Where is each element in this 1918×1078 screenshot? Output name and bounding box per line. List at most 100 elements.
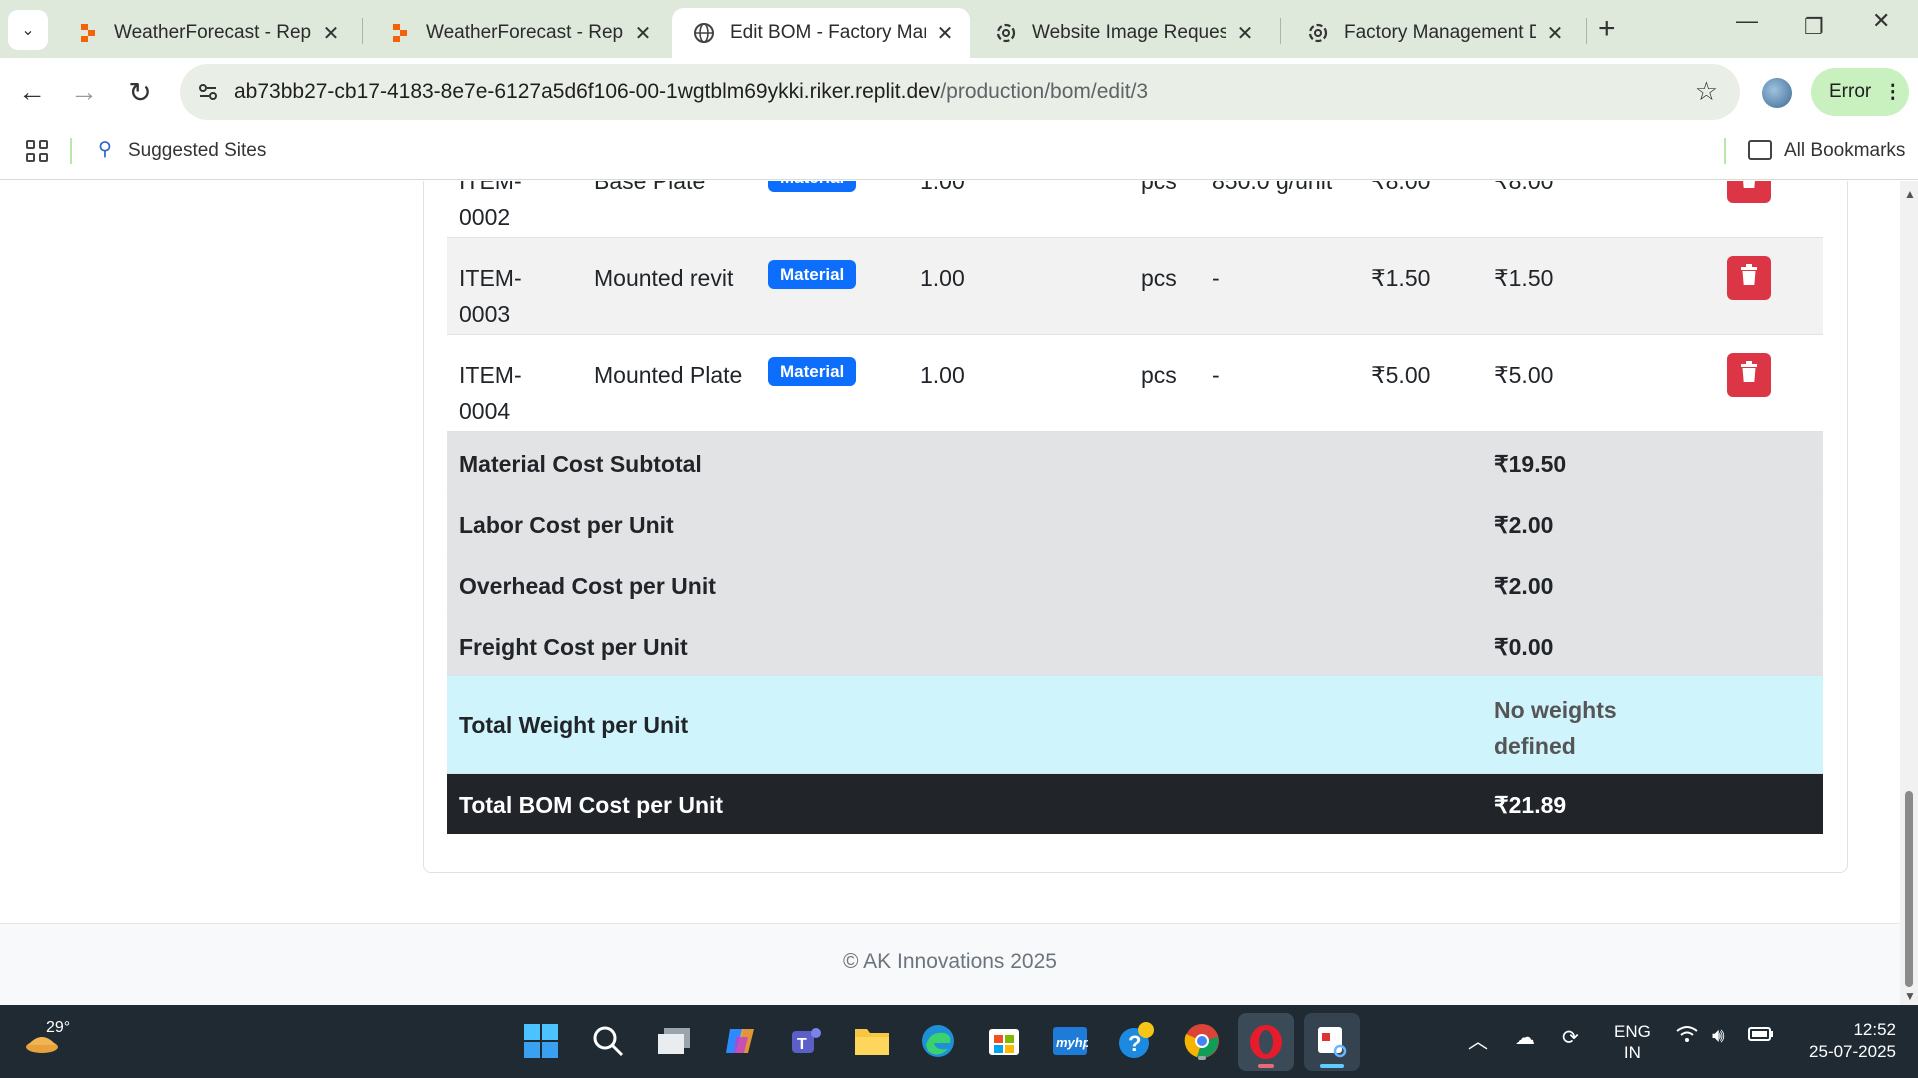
copilot-icon	[726, 1029, 754, 1053]
microsoft-store-button[interactable]	[982, 1019, 1026, 1063]
minimize-icon: —	[1736, 8, 1758, 33]
openai-icon	[1306, 21, 1330, 45]
close-window-button[interactable]: ✕	[1872, 8, 1890, 34]
overhead-cost-row: Overhead Cost per Unit ₹2.00	[447, 554, 1823, 615]
tab-search-button[interactable]: ⌄	[8, 10, 48, 50]
close-icon[interactable]: ✕	[1544, 21, 1566, 46]
scroll-down-icon[interactable]: ▼	[1904, 989, 1916, 1003]
summary-value: ₹0.00	[1494, 634, 1554, 660]
reload-button[interactable]: ↻	[122, 74, 158, 110]
browser-tab-bar: ⌄ WeatherForecast - Replit ✕ WeatherFore…	[0, 0, 1918, 58]
summary-value: ₹21.89	[1494, 792, 1567, 818]
forward-button[interactable]: →	[66, 74, 102, 110]
delete-item-button[interactable]	[1727, 256, 1771, 300]
tab-title: WeatherForecast - Replit	[426, 22, 624, 43]
item-unit: pcs	[1141, 362, 1177, 388]
restore-button[interactable]: ❐	[1804, 14, 1824, 40]
copilot-button[interactable]	[718, 1019, 762, 1063]
battery-icon[interactable]	[1748, 1025, 1774, 1048]
get-help-button[interactable]: ?	[1114, 1019, 1158, 1063]
close-icon[interactable]: ✕	[632, 21, 654, 46]
item-qty: 1.00	[920, 362, 965, 388]
summary-value: ₹2.00	[1494, 512, 1554, 538]
apps-grid-icon[interactable]	[26, 140, 48, 162]
delete-item-button[interactable]	[1727, 353, 1771, 397]
url-text[interactable]: ab73bb27-cb17-4183-8e7e-6127a5d6f106-00-…	[234, 80, 1148, 104]
material-subtotal-row: Material Cost Subtotal ₹19.50	[447, 432, 1823, 493]
profile-status-label: Error	[1829, 81, 1872, 102]
language-indicator[interactable]: ENG IN	[1614, 1021, 1651, 1063]
opera-button[interactable]	[1238, 1013, 1294, 1071]
back-button[interactable]: ←	[14, 74, 50, 110]
total-weight-row: Total Weight per Unit No weights defined	[447, 676, 1823, 774]
myhp-icon: myhp	[1053, 1027, 1088, 1055]
summary-label: Material Cost Subtotal	[459, 451, 702, 477]
show-hidden-icons-chevron-up-icon[interactable]: ︿	[1468, 1025, 1488, 1054]
tab-weatherforecast-2[interactable]: WeatherForecast - Replit ✕	[368, 8, 668, 58]
task-view-icon	[658, 1028, 690, 1054]
close-icon[interactable]: ✕	[320, 21, 342, 46]
item-amount: ₹1.50	[1494, 265, 1554, 291]
avatar[interactable]	[1762, 78, 1792, 108]
edge-button[interactable]	[916, 1019, 960, 1063]
chevron-down-icon: ⌄	[21, 22, 35, 39]
globe-icon	[692, 21, 716, 45]
address-bar[interactable]: ab73bb27-cb17-4183-8e7e-6127a5d6f106-00-…	[180, 64, 1740, 120]
folder-icon	[855, 1029, 889, 1055]
edge-icon	[922, 1025, 954, 1057]
profile-error-button[interactable]: Error ⋮	[1811, 68, 1909, 116]
trash-icon	[1740, 361, 1758, 389]
search-button[interactable]	[586, 1019, 630, 1063]
item-weight: -	[1212, 265, 1220, 291]
sync-icon[interactable]: ⟳	[1562, 1025, 1579, 1050]
item-unit: pcs	[1141, 181, 1177, 194]
close-icon[interactable]: ✕	[934, 21, 956, 46]
bookmark-separator	[1724, 138, 1726, 164]
myhp-button[interactable]: myhp	[1048, 1019, 1092, 1063]
plus-icon: +	[1598, 12, 1616, 45]
tab-separator	[362, 18, 363, 44]
running-indicator	[1320, 1064, 1344, 1068]
total-bom-cost-row: Total BOM Cost per Unit ₹21.89	[447, 774, 1823, 834]
trash-icon	[1740, 181, 1758, 195]
tab-title: Factory Management Dat	[1344, 22, 1536, 43]
chrome-button[interactable]	[1180, 1019, 1224, 1063]
system-clock[interactable]: 12:52 25-07-2025	[1796, 1019, 1896, 1063]
file-explorer-button[interactable]	[850, 1019, 894, 1063]
trash-icon	[1740, 264, 1758, 292]
tab-weatherforecast-1[interactable]: WeatherForecast - Replit ✕	[56, 8, 356, 58]
scroll-up-icon[interactable]: ▲	[1904, 187, 1916, 201]
item-rate: ₹8.00	[1371, 181, 1431, 194]
tab-edit-bom[interactable]: Edit BOM - Factory Mana ✕	[672, 8, 970, 58]
page-scrollbar[interactable]: ▲ ▼	[1900, 181, 1918, 1005]
new-tab-button[interactable]: +	[1598, 12, 1616, 46]
bookmark-suggested-sites[interactable]: Suggested Sites	[128, 140, 266, 162]
url-host: ab73bb27-cb17-4183-8e7e-6127a5d6f106-00-…	[234, 80, 941, 103]
delete-item-button[interactable]	[1727, 181, 1771, 203]
type-badge: Material	[768, 260, 857, 289]
wifi-icon[interactable]	[1676, 1025, 1698, 1049]
replit-icon	[76, 21, 100, 45]
type-badge: Material	[768, 357, 857, 386]
tab-website-image-request[interactable]: Website Image Request ✕	[974, 8, 1270, 58]
scrollbar-thumb[interactable]	[1905, 791, 1913, 987]
volume-icon[interactable]: 🔊︎	[1712, 1025, 1725, 1048]
bookmark-star-icon[interactable]: ☆	[1695, 76, 1718, 107]
item-qty: 1.00	[920, 265, 965, 291]
table-row: ITEM- 0004 Mounted Plate Material 1.00 pc…	[447, 335, 1823, 432]
tab-factory-management[interactable]: Factory Management Dat ✕	[1286, 8, 1580, 58]
store-icon	[989, 1029, 1019, 1055]
all-bookmarks-button[interactable]: All Bookmarks	[1784, 140, 1905, 162]
openai-icon	[994, 21, 1018, 45]
close-icon[interactable]: ✕	[1234, 21, 1256, 46]
browser-toolbar: ← → ↻ ab73bb27-cb17-4183-8e7e-6127a5d6f1…	[0, 58, 1918, 126]
folder-icon	[1748, 140, 1772, 160]
task-view-button[interactable]	[652, 1019, 696, 1063]
teams-button[interactable]: T	[784, 1019, 828, 1063]
onedrive-cloud-icon[interactable]: ☁	[1515, 1025, 1535, 1050]
snipping-tool-button[interactable]	[1304, 1013, 1360, 1071]
start-button[interactable]	[519, 1019, 563, 1063]
minimize-button[interactable]: —	[1736, 8, 1758, 34]
chrome-icon	[1184, 1024, 1219, 1058]
site-info-icon[interactable]	[194, 78, 222, 106]
